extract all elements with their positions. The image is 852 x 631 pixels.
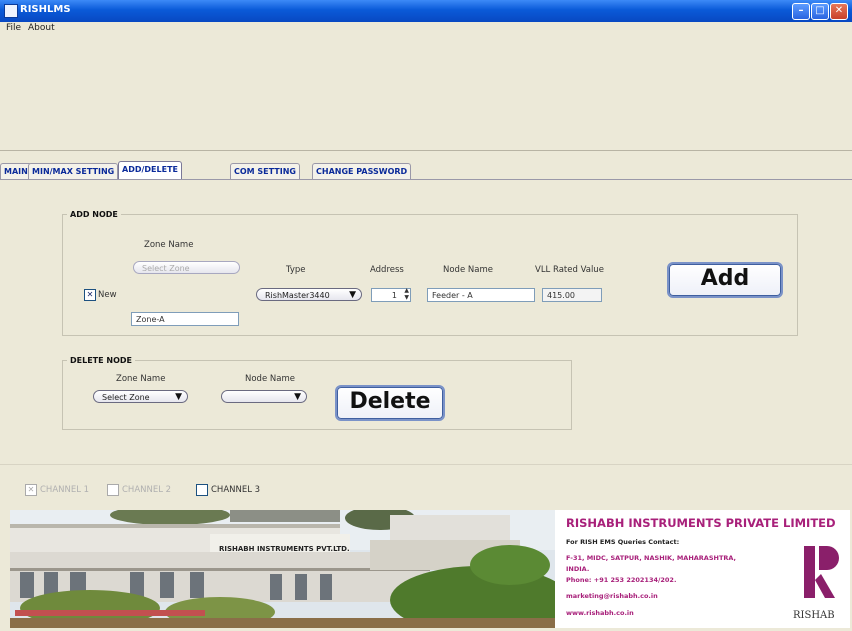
channel-2-label: CHANNEL 2 [122, 485, 172, 495]
vll-rated-input[interactable]: 415.00 [542, 288, 602, 302]
phone-text: Phone: +91 253 2202134/202. [566, 576, 677, 584]
zone-select: Select Zone [133, 261, 240, 274]
channel-3-checkbox[interactable] [196, 484, 208, 496]
tab-change-password[interactable]: CHANGE PASSWORD [312, 163, 412, 179]
add-button[interactable]: Add [667, 262, 783, 298]
delete-node-name-label: Node Name [245, 374, 295, 384]
node-name-input[interactable]: Feeder - A [427, 288, 535, 302]
chevron-down-icon: ▼ [349, 290, 356, 300]
tab-minmax-setting[interactable]: MIN/MAX SETTING [28, 163, 119, 179]
address-line-1: F-31, MIDC, SATPUR, NASHIK, MAHARASHTRA, [566, 554, 737, 562]
type-select[interactable]: RishMaster3440 ▼ [256, 288, 362, 301]
delete-zone-name-label: Zone Name [116, 374, 166, 384]
window-title: RISHLMS [20, 4, 71, 15]
type-label: Type [286, 265, 306, 275]
delete-button[interactable]: Delete [335, 385, 445, 421]
zone-select-value: Select Zone [142, 264, 190, 273]
delete-zone-select-value: Select Zone [102, 393, 150, 402]
logo-text: RISHAB [793, 610, 835, 621]
company-logo: RISHAB [793, 538, 840, 622]
logo-r-icon: RISHAB [793, 538, 840, 622]
company-name: RISHABH INSTRUMENTS PRIVATE LIMITED [566, 516, 836, 530]
channel-1-label: CHANNEL 1 [40, 485, 90, 495]
new-zone-input[interactable]: Zone-A [131, 312, 239, 326]
minimize-button[interactable]: – [792, 3, 810, 20]
tab-com-setting[interactable]: COM SETTING [230, 163, 300, 179]
building-illustration: RISHABH INSTRUMENTS PVT.LTD. [10, 510, 555, 628]
channel-strip: ✕ CHANNEL 1 CHANNEL 2 CHANNEL 3 [0, 464, 852, 511]
new-checkbox-label: New [98, 290, 117, 300]
delete-zone-select[interactable]: Select Zone ▼ [93, 390, 188, 403]
channel-3-label: CHANNEL 3 [211, 485, 261, 495]
website-link[interactable]: www.rishabh.co.in [566, 609, 634, 617]
add-node-legend: ADD NODE [70, 210, 118, 219]
chevron-down-icon: ▼ [175, 392, 182, 402]
menu-file[interactable]: File [6, 23, 21, 33]
email-link[interactable]: marketing@rishabh.co.in [566, 592, 658, 600]
delete-node-select[interactable]: ▼ [221, 390, 307, 403]
new-checkbox[interactable]: ✕ [84, 289, 96, 301]
spinner-arrows-icon[interactable]: ▲ ▼ [404, 287, 409, 301]
vll-rated-label: VLL Rated Value [535, 265, 604, 275]
title-bar: RISHLMS – □ ✕ [0, 0, 852, 22]
close-button[interactable]: ✕ [830, 3, 848, 20]
address-line-2: INDIA. [566, 565, 590, 573]
channel-1-checkbox: ✕ [25, 484, 37, 496]
address-value: 1 [391, 291, 397, 300]
chevron-down-icon: ▼ [294, 392, 301, 402]
building-photo: RISHABH INSTRUMENTS PVT.LTD. [10, 510, 555, 628]
delete-node-legend: DELETE NODE [70, 356, 132, 365]
zone-name-label: Zone Name [144, 240, 194, 250]
address-label: Address [370, 265, 404, 275]
building-sign: RISHABH INSTRUMENTS PVT.LTD. [219, 545, 350, 553]
menu-bar: File About [0, 22, 852, 36]
tab-content: ADD NODE Zone Name Select Zone ✕ New Zon… [0, 179, 852, 465]
tab-add-delete[interactable]: ADD/DELETE [118, 161, 182, 179]
contact-heading: For RISH EMS Queries Contact: [566, 538, 680, 546]
channel-2-checkbox [107, 484, 119, 496]
menu-about[interactable]: About [28, 23, 55, 33]
top-panel [0, 36, 852, 151]
company-banner: RISHABH INSTRUMENTS PVT.LTD. RISHABH INS… [10, 510, 850, 628]
maximize-button[interactable]: □ [811, 3, 829, 20]
node-name-label: Node Name [443, 265, 493, 275]
type-select-value: RishMaster3440 [265, 291, 330, 300]
app-icon [4, 4, 18, 18]
address-spinner[interactable]: 1 ▲ ▼ [371, 287, 411, 302]
